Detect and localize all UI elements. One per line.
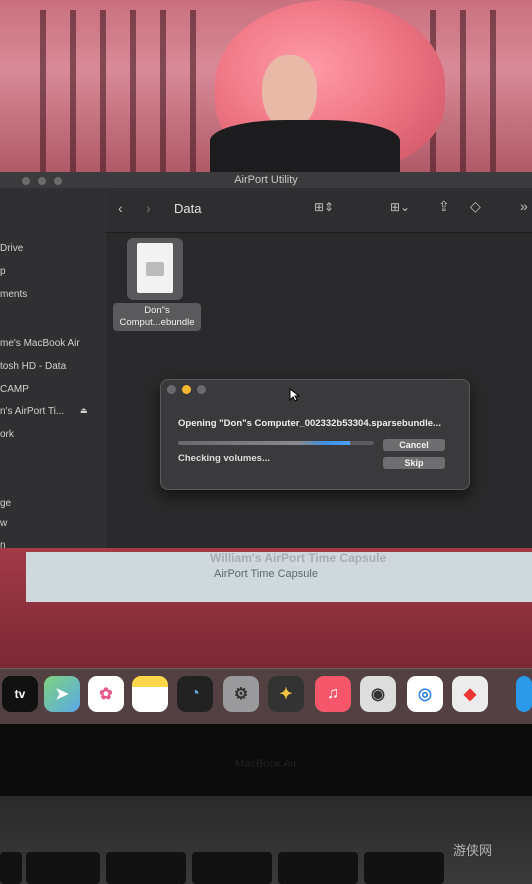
key	[0, 852, 22, 884]
device-subtitle: AirPort Time Capsule	[214, 568, 318, 580]
sidebar-item[interactable]: n's AirPort Ti...	[0, 406, 64, 417]
opening-message: Opening "Don"s Computer_002332b53304.spa…	[178, 418, 441, 429]
photos-icon[interactable]: ✿	[88, 676, 124, 712]
minimize-window-button[interactable]	[38, 177, 46, 185]
back-icon[interactable]: ‹	[118, 200, 123, 216]
sidebar-item[interactable]: tosh HD - Data	[0, 361, 66, 372]
dialog-close-button[interactable]	[167, 385, 176, 394]
maps-icon[interactable]: ➤	[44, 676, 80, 712]
share-icon[interactable]: ⇪	[438, 198, 450, 215]
eject-icon[interactable]: ⏏	[80, 406, 88, 415]
view-options-icon[interactable]: ⊞⇕	[314, 200, 334, 214]
notes-icon[interactable]	[132, 676, 168, 712]
pokeball-icon[interactable]: ◉	[360, 676, 396, 712]
system-preferences-icon[interactable]: ⚙	[223, 676, 259, 712]
music-icon[interactable]: ♫	[315, 676, 351, 712]
watermark-logo: 游侠网	[453, 843, 493, 858]
sidebar-item[interactable]: ge	[0, 498, 11, 509]
zoom-window-button[interactable]	[54, 177, 62, 185]
status-message: Checking volumes...	[178, 453, 270, 464]
file-name-line: Don"s	[144, 305, 170, 316]
key	[106, 852, 186, 884]
skip-button[interactable]: Skip	[383, 457, 445, 469]
tv-label: tv	[14, 687, 26, 701]
group-by-icon[interactable]: ⊞⌄	[390, 200, 410, 214]
desktop-wallpaper	[0, 0, 532, 172]
drive-icon	[146, 262, 164, 276]
tv-icon[interactable]: tv	[2, 676, 38, 712]
opening-progress-dialog	[160, 379, 470, 490]
cancel-button[interactable]: Cancel	[383, 439, 445, 451]
key	[26, 852, 100, 884]
forward-icon[interactable]: ›	[146, 200, 151, 216]
folder-title: Data	[174, 201, 202, 216]
device-title: William's AirPort Time Capsule	[210, 551, 387, 565]
finder-sidebar: Drive p ments me's MacBook Air tosh HD -…	[0, 188, 106, 552]
sidebar-item[interactable]: w	[0, 518, 7, 529]
key	[364, 852, 444, 884]
dialog-minimize-button[interactable]	[182, 385, 191, 394]
tag-icon[interactable]: ◇	[470, 198, 481, 215]
file-name-label[interactable]: Don"s Comput...ebundle	[113, 303, 201, 331]
sidebar-item[interactable]: CAMP	[0, 384, 29, 395]
progress-bar	[178, 441, 374, 445]
sidebar-item[interactable]: ork	[0, 429, 14, 440]
sidebar-item[interactable]: Drive	[0, 243, 23, 254]
sidebar-item[interactable]: me's MacBook Air	[0, 338, 80, 349]
window-title: AirPort Utility	[0, 172, 532, 188]
mouse-pointer-icon	[289, 388, 301, 402]
sidebar-item[interactable]: ments	[0, 289, 27, 300]
sidebar-item[interactable]: p	[0, 266, 6, 277]
dialog-zoom-button[interactable]	[197, 385, 206, 394]
close-window-button[interactable]	[22, 177, 30, 185]
key	[192, 852, 272, 884]
file-name-line: Comput...ebundle	[119, 317, 195, 328]
safari-icon[interactable]: ◎	[407, 676, 443, 712]
davinci-resolve-icon[interactable]: ✦	[268, 676, 304, 712]
speedtest-icon[interactable]: ◔	[177, 676, 213, 712]
app-icon-partial[interactable]	[516, 676, 532, 712]
bezel-label: MacBook Air	[235, 758, 297, 770]
roblox-icon[interactable]: ◆	[452, 676, 488, 712]
more-icon[interactable]: »	[520, 198, 528, 214]
key	[278, 852, 358, 884]
finder-toolbar: ‹ › ⊞⇕ ⊞⌄ ⇪ ◇ »	[106, 188, 532, 233]
progress-fill	[178, 441, 351, 445]
